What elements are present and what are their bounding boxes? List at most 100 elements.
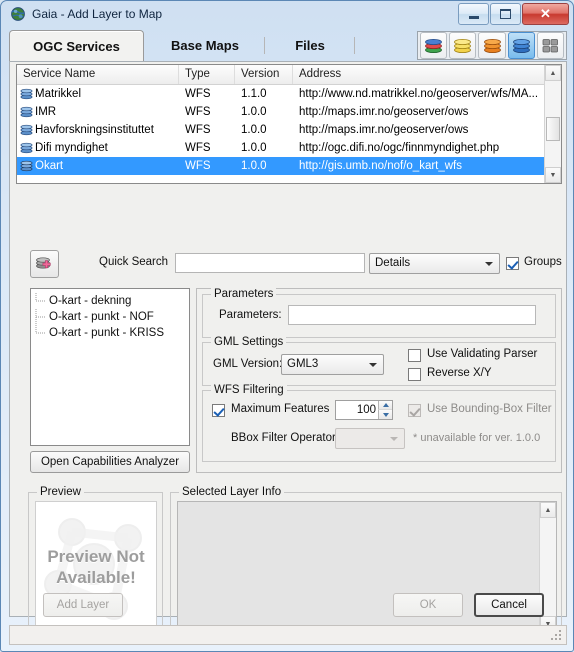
capabilities-button-label: Open Capabilities Analyzer bbox=[40, 456, 180, 468]
chevron-down-icon bbox=[369, 363, 377, 367]
gml-version-value: GML3 bbox=[287, 358, 319, 370]
scrollbar-thumb[interactable] bbox=[546, 117, 560, 141]
tree-branch-icon bbox=[31, 325, 47, 341]
layers-orange-icon-button[interactable] bbox=[478, 32, 506, 59]
tab-strip: OGC Services Base Maps Files bbox=[9, 30, 567, 61]
maximize-button[interactable] bbox=[490, 3, 521, 25]
open-capabilities-analyzer-button[interactable]: Open Capabilities Analyzer bbox=[30, 451, 190, 473]
tab-label: Base Maps bbox=[171, 38, 239, 53]
tree-item-label: O-kart - punkt - KRISS bbox=[49, 327, 165, 339]
window-title: Gaia - Add Layer to Map bbox=[32, 7, 163, 21]
close-icon: ✕ bbox=[540, 6, 551, 21]
layers-multicolor-icon-button[interactable] bbox=[420, 32, 448, 59]
column-header-service-name[interactable]: Service Name bbox=[17, 65, 179, 84]
close-button[interactable]: ✕ bbox=[522, 3, 569, 25]
service-list-header: Service Name Type Version Address bbox=[17, 65, 561, 85]
parameters-group-title: Parameters bbox=[211, 288, 277, 301]
layers-yellow-icon-button[interactable] bbox=[449, 32, 477, 59]
wfs-group-title: WFS Filtering bbox=[211, 384, 287, 397]
chevron-down-icon bbox=[390, 437, 398, 441]
ok-button[interactable]: OK bbox=[393, 593, 463, 617]
view-toolbar bbox=[417, 31, 567, 60]
cell-version: 1.0.0 bbox=[241, 160, 267, 172]
status-bar bbox=[9, 625, 567, 645]
groups-checkbox[interactable] bbox=[506, 257, 519, 270]
service-list-scrollbar[interactable]: ▲ ▼ bbox=[544, 65, 561, 183]
stepper-down-icon[interactable] bbox=[378, 410, 392, 419]
service-list[interactable]: Service Name Type Version Address Matrik… bbox=[16, 64, 562, 184]
search-input[interactable] bbox=[175, 253, 365, 273]
maximum-features-label: Maximum Features bbox=[231, 403, 330, 415]
layers-icon bbox=[20, 160, 33, 172]
use-bounding-box-filter-checkbox[interactable] bbox=[408, 404, 421, 417]
tab-divider bbox=[354, 37, 355, 54]
minimize-button[interactable] bbox=[458, 3, 489, 25]
layers-blue-icon-button[interactable] bbox=[507, 32, 535, 59]
unavailable-note: * unavailable for ver. 1.0.0 bbox=[413, 432, 541, 444]
column-header-type[interactable]: Type bbox=[179, 65, 235, 84]
details-dropdown[interactable]: Details bbox=[369, 253, 500, 274]
layer-tree[interactable]: O-kart - dekning O-kart - punkt - NOF O-… bbox=[30, 288, 190, 446]
tab-label: OGC Services bbox=[33, 38, 120, 54]
cell-type: WFS bbox=[185, 88, 211, 100]
table-row-selected[interactable]: Okart WFS 1.0.0 http://gis.umb.no/nof/o_… bbox=[17, 157, 561, 175]
tree-item-1[interactable]: O-kart - punkt - NOF bbox=[49, 309, 154, 325]
tab-ogc-services[interactable]: OGC Services bbox=[9, 30, 144, 61]
cell-service-name: Difi myndighet bbox=[35, 142, 108, 154]
tab-base-maps[interactable]: Base Maps bbox=[145, 32, 265, 59]
tab-files[interactable]: Files bbox=[265, 32, 355, 59]
table-row[interactable]: Difi myndighet WFS 1.0.0 http://ogc.difi… bbox=[17, 139, 561, 157]
parameters-field-label: Parameters: bbox=[219, 309, 282, 321]
cell-version: 1.1.0 bbox=[241, 88, 267, 100]
preview-group-title: Preview bbox=[37, 486, 84, 499]
parameters-input[interactable] bbox=[288, 305, 536, 325]
resize-grip-icon[interactable] bbox=[551, 630, 563, 642]
use-validating-parser-label: Use Validating Parser bbox=[427, 348, 538, 360]
tiles-grid-icon bbox=[542, 39, 558, 53]
wfs-filtering-group: WFS Filtering Maximum Features 100 Use B… bbox=[202, 384, 556, 462]
layers-multicolor-icon bbox=[425, 39, 442, 53]
gml-version-label: GML Version: bbox=[213, 358, 283, 370]
cell-version: 1.0.0 bbox=[241, 106, 267, 118]
window-controls: ✕ bbox=[457, 3, 569, 25]
cell-type: WFS bbox=[185, 142, 211, 154]
quick-search-label: Quick Search bbox=[99, 256, 169, 268]
cell-version: 1.0.0 bbox=[241, 124, 267, 136]
maximum-features-stepper[interactable]: 100 bbox=[335, 400, 393, 420]
add-layer-button[interactable]: Add Layer bbox=[43, 593, 123, 617]
add-service-button[interactable] bbox=[30, 250, 59, 278]
column-header-address[interactable]: Address bbox=[293, 65, 547, 84]
gml-group-title: GML Settings bbox=[211, 336, 287, 349]
cell-type: WFS bbox=[185, 160, 211, 172]
table-row[interactable]: Havforskningsinstituttet WFS 1.0.0 http:… bbox=[17, 121, 561, 139]
maximum-features-checkbox[interactable] bbox=[212, 404, 225, 417]
table-row[interactable]: IMR WFS 1.0.0 http://maps.imr.no/geoserv… bbox=[17, 103, 561, 121]
bbox-filter-operator-dropdown[interactable] bbox=[335, 428, 405, 449]
scroll-up-icon[interactable]: ▲ bbox=[540, 502, 556, 518]
layers-icon bbox=[20, 88, 33, 100]
add-layer-button-label: Add Layer bbox=[56, 599, 110, 611]
table-row[interactable]: Matrikkel WFS 1.1.0 http://www.nd.matrik… bbox=[17, 85, 561, 103]
stepper-up-icon[interactable] bbox=[378, 401, 392, 410]
cell-service-name: Okart bbox=[35, 160, 64, 172]
cell-address: http://maps.imr.no/geoserver/ows bbox=[299, 124, 469, 136]
tiles-grid-icon-button[interactable] bbox=[536, 32, 565, 59]
layers-icon bbox=[20, 142, 33, 154]
cancel-button[interactable]: Cancel bbox=[474, 593, 544, 617]
reverse-xy-checkbox[interactable] bbox=[408, 368, 421, 381]
use-validating-parser-checkbox[interactable] bbox=[408, 349, 421, 362]
gml-version-dropdown[interactable]: GML3 bbox=[281, 354, 384, 375]
globe-icon bbox=[10, 6, 26, 22]
reverse-xy-label: Reverse X/Y bbox=[427, 367, 492, 379]
tree-item-0[interactable]: O-kart - dekning bbox=[49, 293, 131, 309]
cell-service-name: IMR bbox=[35, 106, 57, 118]
tree-branch-icon bbox=[31, 309, 47, 325]
cell-type: WFS bbox=[185, 106, 211, 118]
tree-item-2[interactable]: O-kart - punkt - KRISS bbox=[49, 325, 164, 341]
layers-blue-icon bbox=[512, 39, 530, 53]
parameters-group: Parameters Parameters: bbox=[202, 288, 556, 338]
gml-settings-group: GML Settings GML Version: GML3 Use Valid… bbox=[202, 336, 556, 386]
scroll-down-icon[interactable]: ▼ bbox=[545, 167, 561, 183]
column-header-version[interactable]: Version bbox=[235, 65, 293, 84]
scroll-up-icon[interactable]: ▲ bbox=[545, 65, 561, 81]
